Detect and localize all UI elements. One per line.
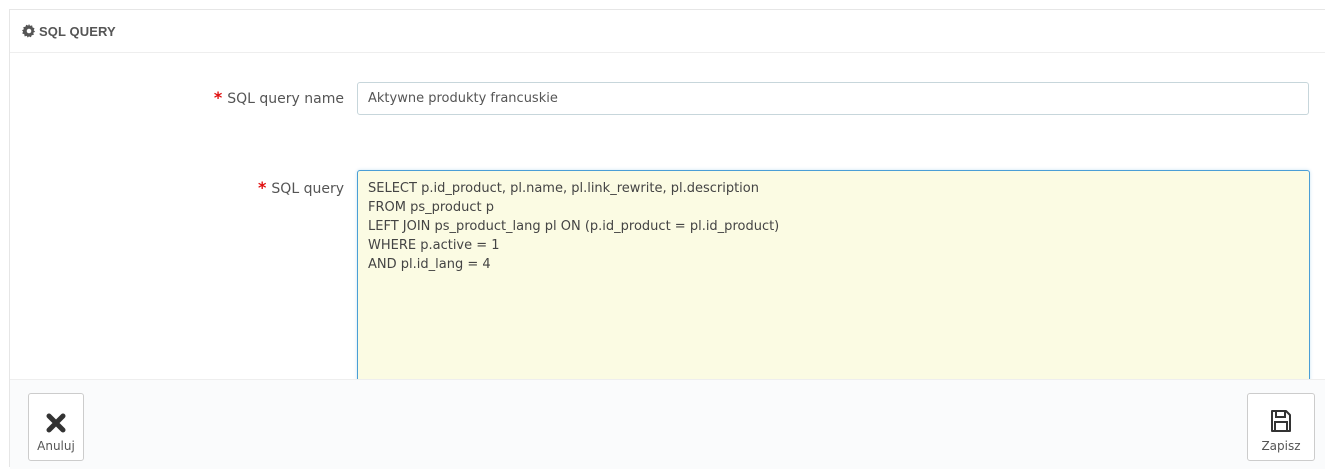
query-line: LEFT JOIN ps_product_lang pl ON (p.id_pr… [368,219,780,234]
form-body: * SQL query name Aktywne produkty francus… [10,53,1325,402]
sql-query-name-label-text: SQL query name [227,91,344,107]
query-line: SELECT p.id_product, pl.name, pl.link_re… [368,181,759,196]
sql-query-name-value: Aktywne produkty francuskie [368,91,558,106]
panel-title: SQL QUERY [39,23,116,39]
sql-query-label-text: SQL query [271,181,344,197]
sql-query-name-input[interactable]: Aktywne produkty francuskie [357,82,1309,115]
panel-footer: Anuluj Zapisz [10,379,1325,469]
gear-icon [22,24,36,38]
cancel-button[interactable]: Anuluj [28,393,84,461]
required-marker: * [213,88,223,107]
query-line: AND pl.id_lang = 4 [368,257,491,272]
floppy-disk-icon [1271,410,1291,432]
sql-query-label: * SQL query [258,178,344,197]
save-button[interactable]: Zapisz [1247,393,1315,461]
panel-heading: SQL QUERY [10,10,1325,53]
save-button-label: Zapisz [1261,439,1301,453]
sql-query-panel: SQL QUERY * SQL query name Aktywne produk… [9,9,1325,469]
cancel-button-label: Anuluj [37,439,75,453]
sql-query-textarea[interactable]: SELECT p.id_product, pl.name, pl.link_re… [357,170,1310,402]
sql-query-name-label: * SQL query name [214,88,344,107]
query-line: WHERE p.active = 1 [368,238,500,253]
required-marker: * [258,178,267,197]
query-line: FROM ps_product p [368,200,495,215]
close-icon [46,413,66,433]
